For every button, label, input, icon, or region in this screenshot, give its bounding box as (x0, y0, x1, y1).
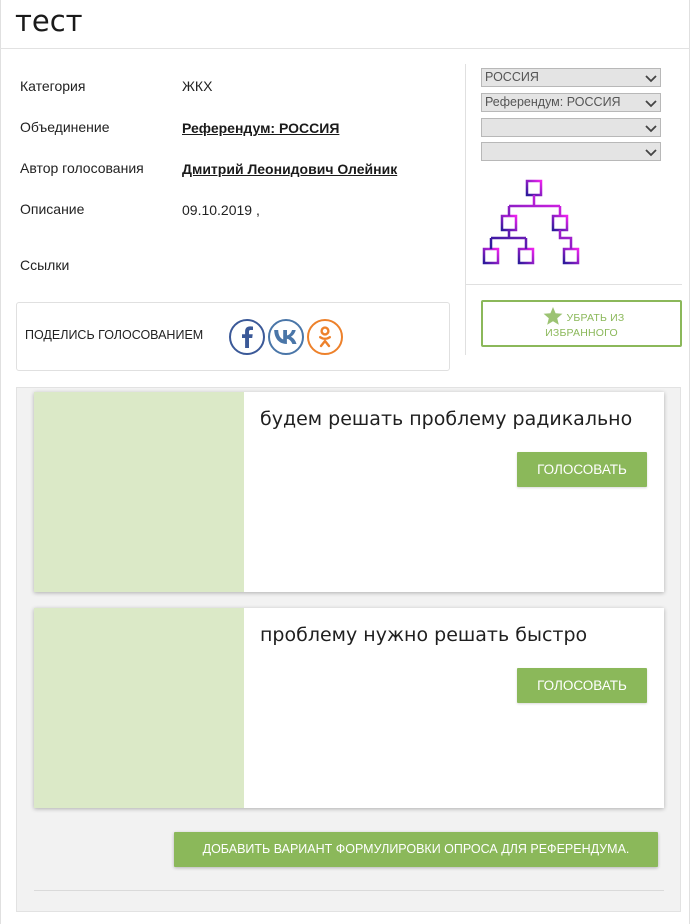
vk-share-button[interactable] (268, 319, 304, 355)
odnoklassniki-icon (318, 326, 332, 348)
filter-select-4[interactable] (481, 142, 661, 161)
author-link[interactable]: Дмитрий Леонидович Олейник (182, 161, 397, 177)
page-title: тест (15, 4, 83, 38)
odnoklassniki-share-button[interactable] (307, 319, 343, 355)
links-label: Ссылки (20, 257, 70, 273)
add-variant-button[interactable]: ДОБАВИТЬ ВАРИАНТ ФОРМУЛИРОВКИ ОПРОСА ДЛЯ… (174, 832, 658, 867)
union-select[interactable]: Референдум: РОССИЯ (481, 93, 661, 112)
right-divider (466, 284, 682, 285)
author-label: Автор голосования (20, 160, 144, 176)
option-text: проблему нужно решать быстро (260, 624, 588, 646)
share-label: ПОДЕЛИСЬ ГОЛОСОВАНИЕМ (25, 328, 204, 342)
vertical-divider (465, 64, 466, 355)
category-label: Категория (20, 78, 86, 94)
favorite-label: УБРАТЬ ИЗ ИЗБРАННОГО (483, 311, 680, 341)
union-link[interactable]: Референдум: РОССИЯ (182, 120, 339, 136)
favorite-label-line1: УБРАТЬ ИЗ (566, 312, 625, 324)
description-label: Описание (20, 201, 85, 217)
union-label: Объединение (20, 119, 110, 135)
chevron-down-icon (645, 122, 657, 136)
favorite-label-line2: ИЗБРАННОГО (545, 327, 618, 339)
option-card: будем решать проблему радикально ГОЛОСОВ… (34, 392, 664, 592)
country-select-value: РОССИЯ (485, 70, 539, 84)
chevron-down-icon (645, 146, 657, 160)
option-image-placeholder (34, 392, 244, 592)
chevron-down-icon (645, 72, 657, 86)
category-value: ЖКХ (182, 78, 213, 94)
vote-button[interactable]: ГОЛОСОВАТЬ (517, 668, 647, 703)
option-card: проблему нужно решать быстро ГОЛОСОВАТЬ (34, 608, 664, 808)
vote-button[interactable]: ГОЛОСОВАТЬ (517, 452, 647, 487)
union-select-value: Референдум: РОССИЯ (485, 95, 621, 109)
vk-icon (274, 330, 298, 344)
hierarchy-tree-icon (481, 177, 581, 267)
share-box: ПОДЕЛИСЬ ГОЛОСОВАНИЕМ (16, 302, 450, 371)
title-bar: тест (0, 0, 690, 49)
filter-select-3[interactable] (481, 118, 661, 137)
description-value: 09.10.2019 , (182, 202, 260, 218)
bottom-divider (34, 890, 664, 891)
remove-from-favorites-button[interactable]: УБРАТЬ ИЗ ИЗБРАННОГО (481, 300, 682, 347)
country-select[interactable]: РОССИЯ (481, 68, 661, 87)
facebook-share-button[interactable] (229, 319, 265, 355)
facebook-icon (240, 326, 254, 348)
option-text: будем решать проблему радикально (260, 408, 633, 430)
option-image-placeholder (34, 608, 244, 808)
chevron-down-icon (645, 97, 657, 111)
